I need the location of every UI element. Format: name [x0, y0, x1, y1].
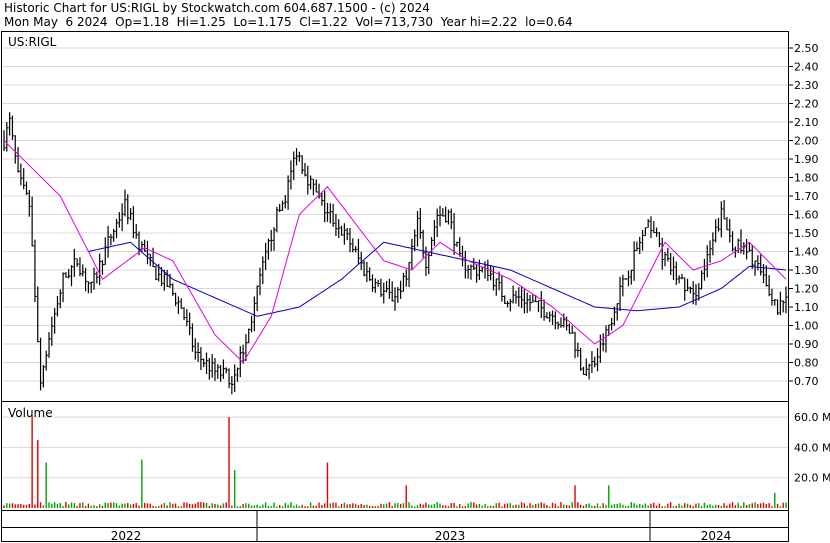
volume-tick-label: 20.0 M — [794, 472, 830, 485]
year-label: 2024 — [701, 529, 732, 543]
price-tick-label: 1.30 — [794, 264, 819, 277]
price-tick-label: 1.40 — [794, 246, 819, 259]
price-tick-label: 1.50 — [794, 227, 819, 240]
year-label: 2022 — [111, 529, 142, 543]
price-tick-label: 2.40 — [794, 61, 819, 74]
price-tick-label: 2.20 — [794, 98, 819, 111]
symbol-label: US:RIGL — [8, 35, 57, 49]
price-tick-label: 2.30 — [794, 79, 819, 92]
price-tick-label: 2.00 — [794, 135, 819, 148]
price-tick-label: 0.80 — [794, 357, 819, 370]
price-tick-label: 1.10 — [794, 301, 819, 314]
price-tick-label: 0.70 — [794, 375, 819, 388]
volume-label: Volume — [8, 406, 53, 420]
price-tick-label: 1.80 — [794, 172, 819, 185]
price-tick-label: 1.00 — [794, 320, 819, 333]
price-tick-label: 1.20 — [794, 283, 819, 296]
price-tick-label: 1.60 — [794, 209, 819, 222]
price-tick-label: 2.10 — [794, 116, 819, 129]
volume-tick-label: 40.0 M — [794, 441, 830, 454]
price-tick-label: 1.70 — [794, 190, 819, 203]
slow-moving-average-line — [88, 241, 787, 317]
price-tick-label: 1.90 — [794, 153, 819, 166]
price-tick-label: 0.90 — [794, 338, 819, 351]
volume-tick-label: 60.0 M — [794, 411, 830, 424]
year-label: 2023 — [435, 529, 466, 543]
stock-chart: 2.50 2.40 2.30 2.20 2.10 2.00 1.90 1.80 1.70 1.60… — [1, 31, 830, 543]
price-tick-label: 2.50 — [794, 42, 819, 55]
volume-panel-frame — [1, 401, 789, 511]
